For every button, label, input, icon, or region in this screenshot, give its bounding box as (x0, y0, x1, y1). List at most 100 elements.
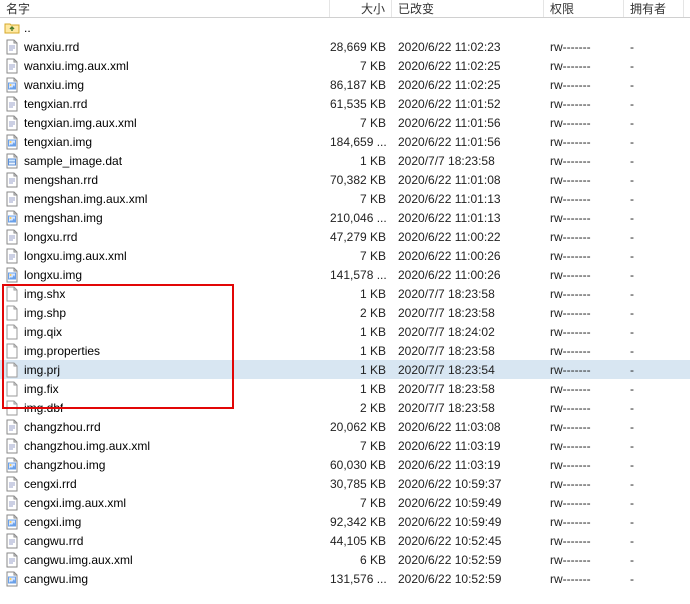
table-row[interactable]: img.prj1 KB2020/7/7 18:23:54rw-------- (0, 360, 690, 379)
table-row[interactable]: cangwu.img131,576 ...2020/6/22 10:52:59r… (0, 569, 690, 588)
table-row[interactable]: longxu.img141,578 ...2020/6/22 11:00:26r… (0, 265, 690, 284)
file-perm: rw------- (544, 211, 624, 225)
file-owner: - (624, 135, 684, 149)
doc-icon (4, 476, 20, 492)
blank-icon (4, 286, 20, 302)
table-row[interactable]: longxu.img.aux.xml7 KB2020/6/22 11:00:26… (0, 246, 690, 265)
file-date: 2020/6/22 11:02:23 (392, 40, 544, 54)
file-size: 28,669 KB (330, 40, 392, 54)
file-date: 2020/6/22 10:52:59 (392, 553, 544, 567)
table-row[interactable]: cangwu.rrd44,105 KB2020/6/22 10:52:45rw-… (0, 531, 690, 550)
column-header-row: 名字 大小 已改变 权限 拥有者 (0, 0, 690, 18)
file-size: 7 KB (330, 192, 392, 206)
file-date: 2020/7/7 18:23:58 (392, 401, 544, 415)
table-row[interactable]: cengxi.img92,342 KB2020/6/22 10:59:49rw-… (0, 512, 690, 531)
table-row[interactable]: cengxi.img.aux.xml7 KB2020/6/22 10:59:49… (0, 493, 690, 512)
table-row[interactable]: changzhou.img.aux.xml7 KB2020/6/22 11:03… (0, 436, 690, 455)
table-row[interactable]: sample_image.dat1 KB2020/7/7 18:23:58rw-… (0, 151, 690, 170)
dat-icon (4, 153, 20, 169)
file-perm: rw------- (544, 287, 624, 301)
file-size: 210,046 ... (330, 211, 392, 225)
table-row[interactable]: img.qix1 KB2020/7/7 18:24:02rw-------- (0, 322, 690, 341)
file-name: img.qix (24, 325, 62, 339)
table-row[interactable]: img.shp2 KB2020/7/7 18:23:58rw-------- (0, 303, 690, 322)
img-icon (4, 267, 20, 283)
file-owner: - (624, 59, 684, 73)
file-owner: - (624, 420, 684, 434)
file-date: 2020/7/7 18:23:58 (392, 306, 544, 320)
file-perm: rw------- (544, 116, 624, 130)
table-row[interactable]: img.fix1 KB2020/7/7 18:23:58rw-------- (0, 379, 690, 398)
file-perm: rw------- (544, 496, 624, 510)
file-size: 1 KB (330, 382, 392, 396)
table-row[interactable]: tengxian.img184,659 ...2020/6/22 11:01:5… (0, 132, 690, 151)
table-row[interactable]: changzhou.rrd20,062 KB2020/6/22 11:03:08… (0, 417, 690, 436)
file-name: changzhou.img (24, 458, 105, 472)
file-owner: - (624, 97, 684, 111)
img-icon (4, 457, 20, 473)
doc-icon (4, 96, 20, 112)
file-perm: rw------- (544, 572, 624, 586)
file-date: 2020/6/22 10:59:49 (392, 515, 544, 529)
file-name: img.properties (24, 344, 100, 358)
file-name: sample_image.dat (24, 154, 122, 168)
file-name: tengxian.img (24, 135, 92, 149)
file-date: 2020/6/22 10:59:37 (392, 477, 544, 491)
file-size: 1 KB (330, 287, 392, 301)
table-row[interactable]: img.shx1 KB2020/7/7 18:23:58rw-------- (0, 284, 690, 303)
file-name: cengxi.img (24, 515, 81, 529)
doc-icon (4, 39, 20, 55)
file-date: 2020/6/22 11:02:25 (392, 78, 544, 92)
header-size[interactable]: 大小 (330, 0, 392, 17)
file-perm: rw------- (544, 173, 624, 187)
table-row[interactable]: mengshan.img210,046 ...2020/6/22 11:01:1… (0, 208, 690, 227)
header-owner[interactable]: 拥有者 (624, 0, 684, 17)
table-row[interactable]: wanxiu.rrd28,669 KB2020/6/22 11:02:23rw-… (0, 37, 690, 56)
blank-icon (4, 305, 20, 321)
file-perm: rw------- (544, 59, 624, 73)
file-owner: - (624, 192, 684, 206)
file-size: 47,279 KB (330, 230, 392, 244)
table-row[interactable]: img.properties1 KB2020/7/7 18:23:58rw---… (0, 341, 690, 360)
blank-icon (4, 362, 20, 378)
blank-icon (4, 400, 20, 416)
table-row[interactable]: longxu.rrd47,279 KB2020/6/22 11:00:22rw-… (0, 227, 690, 246)
file-perm: rw------- (544, 192, 624, 206)
file-name: wanxiu.img (24, 78, 84, 92)
table-row[interactable]: tengxian.img.aux.xml7 KB2020/6/22 11:01:… (0, 113, 690, 132)
file-perm: rw------- (544, 553, 624, 567)
table-row[interactable]: tengxian.rrd61,535 KB2020/6/22 11:01:52r… (0, 94, 690, 113)
file-owner: - (624, 534, 684, 548)
file-name: cangwu.rrd (24, 534, 83, 548)
file-owner: - (624, 439, 684, 453)
file-name: mengshan.rrd (24, 173, 98, 187)
table-row[interactable]: cangwu.img.aux.xml6 KB2020/6/22 10:52:59… (0, 550, 690, 569)
file-date: 2020/7/7 18:23:58 (392, 344, 544, 358)
table-row[interactable]: img.dbf2 KB2020/7/7 18:23:58rw-------- (0, 398, 690, 417)
header-perm[interactable]: 权限 (544, 0, 624, 17)
table-row[interactable]: mengshan.img.aux.xml7 KB2020/6/22 11:01:… (0, 189, 690, 208)
file-perm: rw------- (544, 382, 624, 396)
file-date: 2020/6/22 11:03:19 (392, 439, 544, 453)
file-perm: rw------- (544, 515, 624, 529)
file-owner: - (624, 363, 684, 377)
table-row[interactable]: cengxi.rrd30,785 KB2020/6/22 10:59:37rw-… (0, 474, 690, 493)
file-perm: rw------- (544, 249, 624, 263)
file-date: 2020/6/22 11:01:13 (392, 192, 544, 206)
file-perm: rw------- (544, 439, 624, 453)
file-owner: - (624, 572, 684, 586)
file-date: 2020/6/22 11:03:19 (392, 458, 544, 472)
table-row[interactable]: wanxiu.img.aux.xml7 KB2020/6/22 11:02:25… (0, 56, 690, 75)
table-row[interactable]: changzhou.img60,030 KB2020/6/22 11:03:19… (0, 455, 690, 474)
file-perm: rw------- (544, 97, 624, 111)
table-row[interactable]: wanxiu.img86,187 KB2020/6/22 11:02:25rw-… (0, 75, 690, 94)
file-size: 1 KB (330, 325, 392, 339)
updir-row[interactable]: .. (0, 18, 690, 37)
header-date[interactable]: 已改变 (392, 0, 544, 17)
file-date: 2020/7/7 18:23:58 (392, 382, 544, 396)
header-name[interactable]: 名字 (0, 0, 330, 17)
table-row[interactable]: mengshan.rrd70,382 KB2020/6/22 11:01:08r… (0, 170, 690, 189)
file-owner: - (624, 344, 684, 358)
doc-icon (4, 191, 20, 207)
file-name: img.dbf (24, 401, 63, 415)
